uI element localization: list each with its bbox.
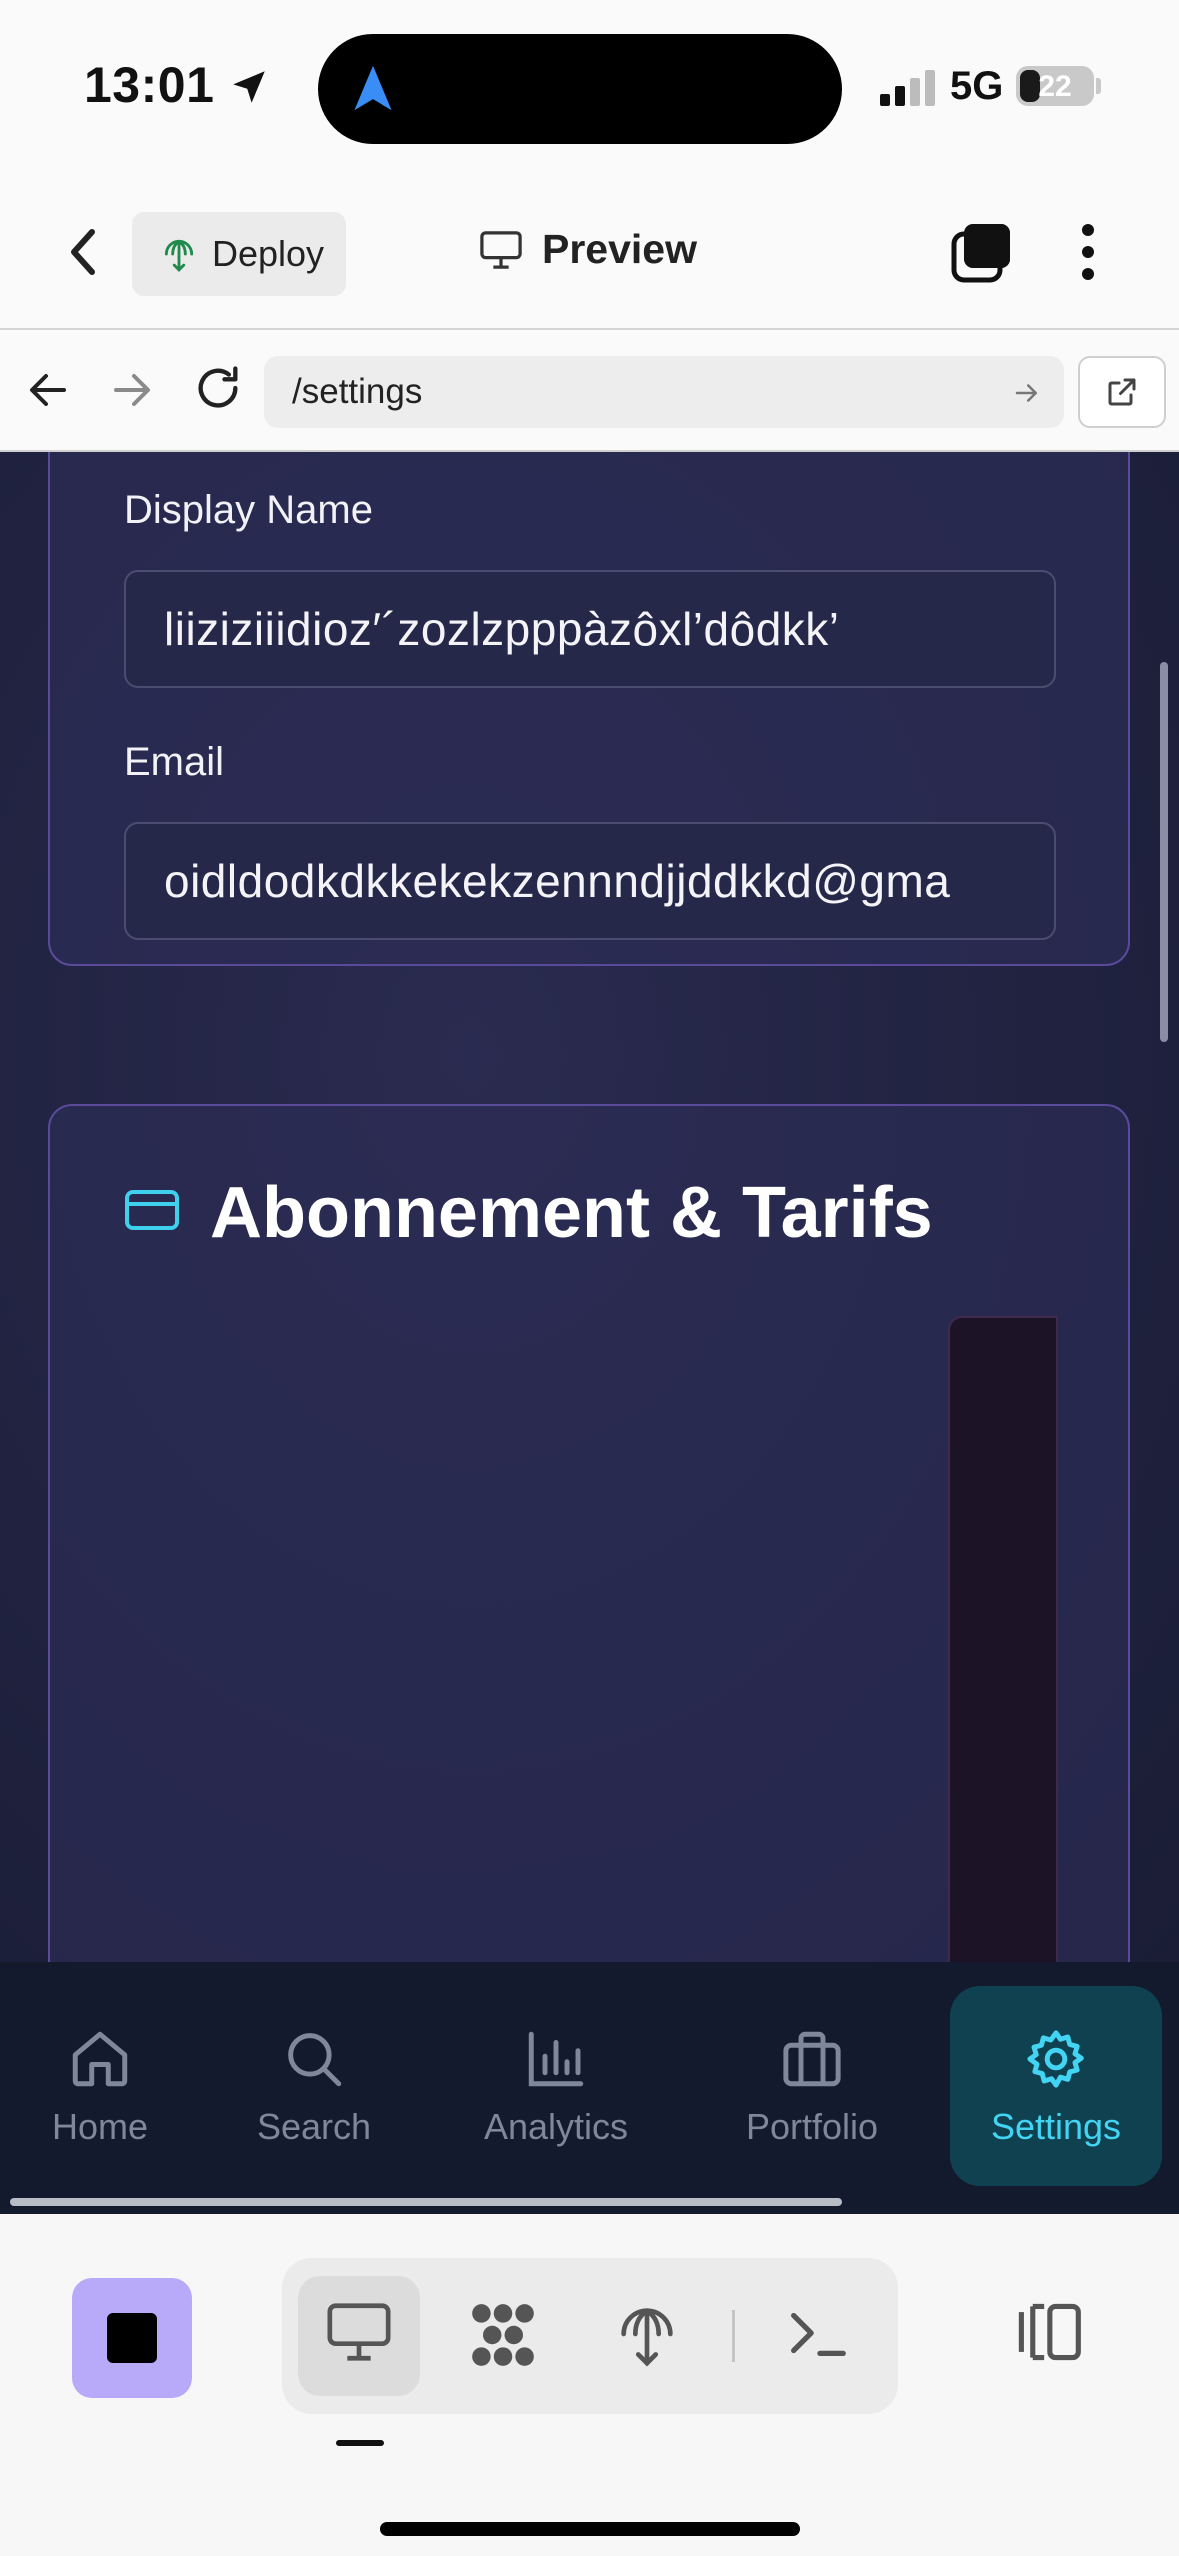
email-label: Email: [124, 740, 225, 784]
nav-label-portfolio: Portfolio: [745, 2106, 879, 2147]
cellular-signal-icon: [880, 70, 935, 106]
stop-icon: [107, 2313, 157, 2363]
bar-chart-icon: [528, 2031, 584, 2087]
agent-icon[interactable]: [466, 2298, 540, 2372]
nav-label-analytics: Analytics: [483, 2106, 629, 2147]
nav-item-portfolio[interactable]: Portfolio: [712, 1986, 912, 2186]
battery-level: 22: [1038, 70, 1072, 103]
preview-label: Preview: [542, 226, 697, 272]
nav-item-search[interactable]: Search: [214, 1986, 414, 2186]
deploy-icon[interactable]: [612, 2298, 682, 2370]
network-type: 5G: [950, 64, 1004, 108]
horizontal-scrollbar[interactable]: [10, 2198, 842, 2206]
subscription-title: Abonnement & Tarifs: [210, 1173, 933, 1253]
side-panel-icon[interactable]: [1010, 2300, 1084, 2364]
monitor-icon[interactable]: [324, 2298, 394, 2366]
search-icon: [288, 2033, 342, 2087]
briefcase-icon: [783, 2031, 841, 2087]
nav-label-settings: Settings: [990, 2106, 1122, 2147]
profile-card: Display Name liiziziiidioz′´zozlzpppàzôx…: [48, 452, 1130, 966]
browser-url-bar: /settings: [0, 330, 1179, 452]
settings-content: Display Name liiziziiidioz′´zozlzpppàzôx…: [0, 452, 1179, 1962]
view-switcher-divider: [732, 2310, 735, 2362]
monitor-icon: [480, 230, 522, 269]
nav-label-search: Search: [256, 2106, 372, 2147]
display-name-field[interactable]: liiziziiidioz′´zozlzpppàzôxl’dôdkk’: [124, 570, 1056, 688]
deploy-label: Deploy: [212, 233, 325, 274]
external-link-icon: [1108, 378, 1136, 406]
browser-back-icon[interactable]: [24, 366, 72, 414]
back-chevron-icon[interactable]: [60, 220, 106, 284]
nav-item-home[interactable]: Home: [0, 1986, 200, 2186]
view-switcher: [282, 2258, 898, 2414]
home-indicator: [380, 2522, 800, 2536]
more-options-icon[interactable]: [1070, 218, 1106, 286]
gear-icon: [1027, 2030, 1084, 2088]
nav-item-analytics[interactable]: Analytics: [456, 1986, 656, 2186]
display-name-label: Display Name: [124, 488, 373, 532]
stop-button[interactable]: [72, 2278, 192, 2398]
battery-tip: [1096, 78, 1101, 94]
open-external-button[interactable]: [1078, 356, 1166, 428]
status-time: 13:01: [84, 57, 215, 113]
email-field[interactable]: oidldodkdkkekekzennndjjddkkd@gma: [124, 822, 1056, 940]
terminal-icon[interactable]: [782, 2298, 852, 2368]
browser-forward-icon[interactable]: [108, 366, 156, 414]
url-field[interactable]: /settings: [264, 356, 1064, 428]
bottom-nav: Home Search Analytics Portfolio Settings: [0, 1962, 1179, 2214]
deploy-icon: [164, 239, 194, 272]
status-bar: 13:01 5G 22: [0, 0, 1179, 176]
battery-icon: 22: [1016, 66, 1094, 106]
subscription-card: Abonnement & Tarifs: [48, 1104, 1130, 1962]
plan-card-partial[interactable]: [948, 1316, 1058, 1962]
location-arrow-icon: [233, 71, 265, 103]
nav-item-settings[interactable]: Settings: [950, 1986, 1162, 2186]
credit-card-icon: [125, 1190, 179, 1230]
dynamic-island: [318, 34, 842, 144]
preview-tab[interactable]: Preview: [478, 226, 697, 273]
vertical-scrollbar[interactable]: [1160, 662, 1168, 1042]
go-arrow-icon[interactable]: [1012, 378, 1042, 408]
active-tab-indicator: [336, 2440, 384, 2446]
nav-label-home: Home: [51, 2106, 149, 2147]
home-icon: [72, 2031, 128, 2087]
deploy-button[interactable]: Deploy: [132, 212, 346, 296]
app-header: Deploy Preview: [0, 176, 1179, 330]
bottom-toolbar: [0, 2214, 1179, 2556]
url-text: /settings: [292, 372, 423, 411]
tabs-icon[interactable]: [950, 220, 1014, 284]
reload-icon[interactable]: [192, 362, 244, 414]
navigation-arrow-icon: [354, 65, 392, 111]
